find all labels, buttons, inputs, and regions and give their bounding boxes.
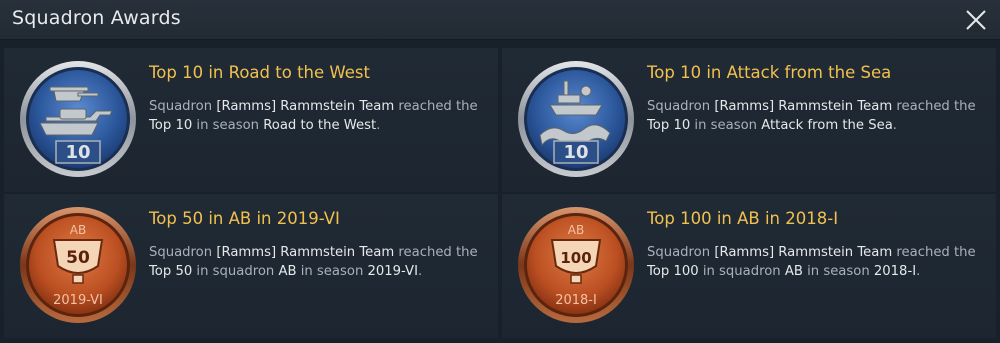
medal-number: 10	[65, 142, 90, 163]
close-icon	[966, 10, 986, 30]
award-medal: 10	[518, 61, 634, 177]
award-title: Top 100 in AB in 2018-I	[647, 209, 839, 228]
award-card[interactable]: AB 100 2018-I Top 100 in AB in 2018-I Sq…	[502, 194, 996, 338]
medal-number: 50	[66, 248, 90, 268]
award-card[interactable]: 10 Top 10 in Attack from the Sea Squadro…	[502, 48, 996, 192]
awards-panel: 10 Top 10 in Road to the West Squadron […	[0, 40, 1000, 343]
award-description: Squadron [Ramms] Rammstein Team reached …	[647, 99, 976, 133]
award-medal: 10	[20, 61, 136, 177]
medal-number: 100	[560, 249, 591, 267]
medal-season: 2019-VI	[53, 293, 103, 308]
medal-mode: AB	[568, 223, 584, 237]
award-title: Top 50 in AB in 2019-VI	[149, 209, 340, 228]
window-header: Squadron Awards	[0, 0, 1000, 40]
medal-season: 2018-I	[555, 293, 597, 308]
award-card[interactable]: 10 Top 10 in Road to the West Squadron […	[4, 48, 498, 192]
award-medal: AB 50 2019-VI	[20, 207, 136, 323]
award-description: Squadron [Ramms] Rammstein Team reached …	[149, 99, 478, 133]
award-card[interactable]: AB 50 2019-VI Top 50 in AB in 2019-VI Sq…	[4, 194, 498, 338]
award-medal: AB 100 2018-I	[518, 207, 634, 323]
award-description: Squadron [Ramms] Rammstein Team reached …	[647, 245, 976, 279]
window-title: Squadron Awards	[12, 7, 181, 29]
medal-number: 10	[563, 142, 588, 163]
medal-mode: AB	[70, 223, 86, 237]
close-button[interactable]	[960, 4, 992, 36]
award-title: Top 10 in Road to the West	[149, 63, 370, 82]
award-title: Top 10 in Attack from the Sea	[647, 63, 892, 82]
award-description: Squadron [Ramms] Rammstein Team reached …	[149, 245, 478, 279]
